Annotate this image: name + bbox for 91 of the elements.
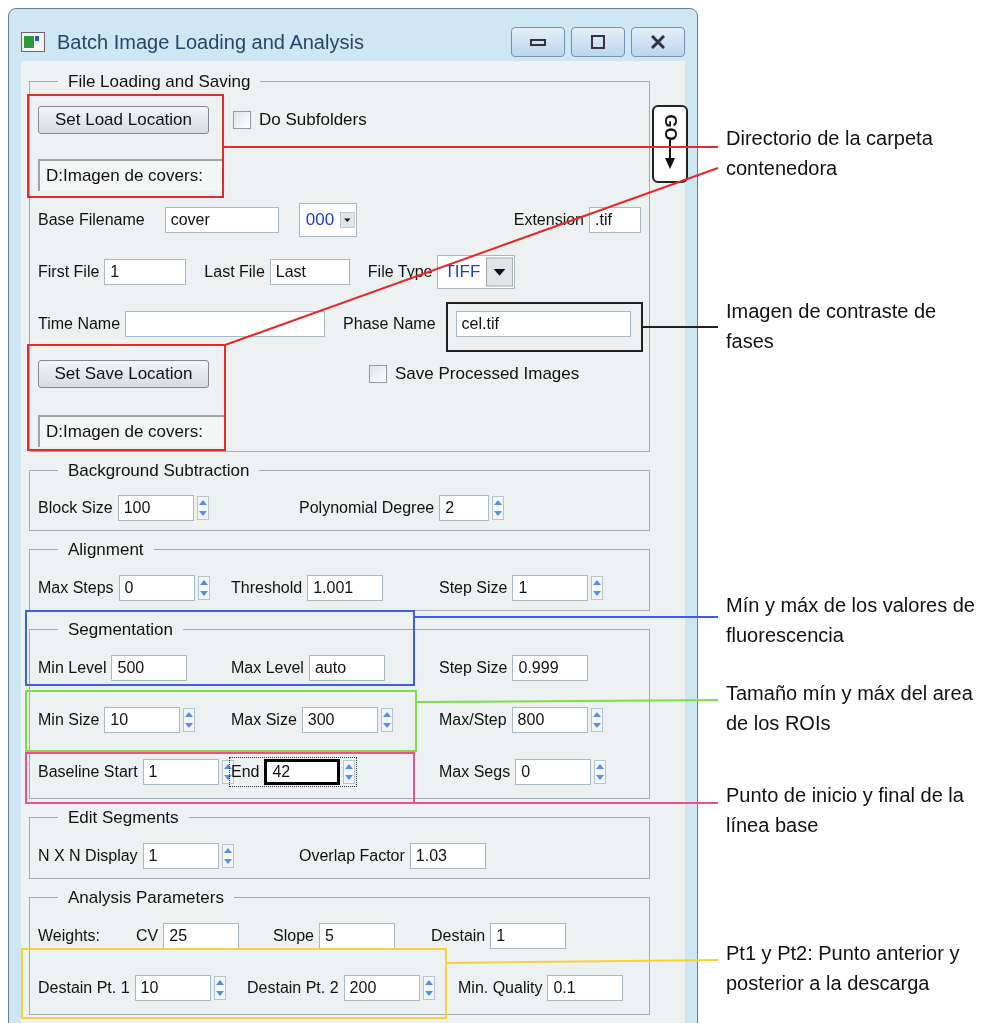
field-label: Max Level: [231, 658, 304, 678]
field-label: Weights:: [38, 926, 101, 946]
field-label: Extension: [513, 209, 584, 230]
dropdown[interactable]: 000: [298, 202, 357, 237]
input-field[interactable]: 800: [511, 707, 588, 733]
field-label: Max Steps: [38, 577, 114, 598]
field-label: Min. Quality: [458, 978, 543, 998]
group-title: Edit Segments: [67, 807, 180, 829]
input-field[interactable]: 5: [318, 923, 395, 949]
input-field[interactable]: 1: [512, 574, 589, 601]
input-field[interactable]: cel.tif: [455, 310, 631, 337]
field-label: N X N Display: [38, 845, 138, 866]
field-label: First File: [38, 261, 100, 282]
input-field[interactable]: 10: [104, 707, 181, 733]
input-field[interactable]: 2: [439, 495, 490, 521]
field-label: Slope: [273, 926, 314, 946]
dropdown[interactable]: TIFF: [437, 254, 516, 289]
field-label: Max/Step: [439, 710, 507, 730]
input-field[interactable]: 1.001: [307, 574, 384, 601]
group-title: Alignment: [67, 539, 145, 561]
input-field[interactable]: 0: [515, 759, 592, 785]
group-title: Background Subtraction: [67, 459, 251, 482]
checkbox-label: Do Subfolders: [259, 108, 367, 131]
input-field[interactable]: 1: [490, 923, 567, 949]
annotation-text: Directorio de la carpeta contenedora: [726, 126, 934, 181]
field-label: Step Size: [439, 658, 508, 678]
annotation-text: Imagen de contraste de fases: [726, 299, 938, 354]
input-field[interactable]: 1: [142, 759, 219, 785]
minimize-icon: [530, 38, 546, 46]
caret-icon: [486, 256, 514, 287]
field-label: Time Name: [38, 313, 121, 334]
group-title: File Loading and Saving: [67, 71, 252, 93]
path-display: D:Imagen de covers:: [38, 414, 224, 447]
input-field[interactable]: cover: [164, 206, 279, 233]
field-label: End: [231, 762, 260, 782]
input-field[interactable]: 0.1: [547, 975, 624, 1001]
spinner-icon[interactable]: [221, 760, 234, 784]
field-label: Destain: [431, 926, 486, 946]
input-field[interactable]: 1: [104, 258, 187, 285]
arrow-down-icon: [664, 140, 676, 170]
field-label: Phase Name: [343, 313, 436, 334]
field-label: Threshold: [231, 577, 303, 598]
field-label: Min Level: [38, 658, 107, 678]
input-field[interactable]: 0.999: [512, 655, 589, 681]
input-field[interactable]: 200: [343, 975, 420, 1001]
annotation-text: Punto de inicio y final de la línea base: [726, 783, 965, 838]
field-label: Base Filename: [38, 209, 145, 230]
annotation-text: Pt1 y Pt2: Punto anterior y posterior a la descarga: [726, 941, 961, 996]
close-button[interactable]: [631, 27, 685, 57]
input-field[interactable]: .tif: [589, 206, 641, 233]
checkbox-label: Save Processed Images: [395, 362, 580, 385]
set-location-button[interactable]: Set Load Location: [38, 105, 209, 134]
group-title: Segmentation: [67, 618, 174, 641]
field-label: Polynomial Degree: [299, 498, 435, 518]
minimize-button[interactable]: [511, 27, 565, 57]
input-field[interactable]: 25: [163, 923, 240, 949]
annotation-text: Mín y máx de los valores de fluorescencia: [726, 593, 976, 648]
input-field[interactable]: auto: [308, 655, 385, 681]
input-field[interactable]: [125, 310, 326, 337]
field-label: CV: [136, 926, 159, 946]
field-label: Min Size: [38, 710, 100, 730]
go-button[interactable]: GO: [652, 105, 688, 183]
field-label: Step Size: [439, 577, 508, 598]
input-field[interactable]: 0: [118, 574, 195, 601]
input-field[interactable]: 10: [134, 975, 211, 1001]
close-icon: [651, 35, 665, 49]
input-field[interactable]: 1: [142, 842, 219, 869]
field-label: Baseline Start: [38, 762, 138, 782]
maximize-button[interactable]: [571, 27, 625, 57]
input-field[interactable]: 1.03: [409, 842, 486, 869]
field-label: Last File: [204, 261, 265, 282]
input-field[interactable]: Last: [269, 258, 350, 285]
window-title: Batch Image Loading and Analysis: [57, 30, 364, 55]
checkbox[interactable]: [369, 364, 387, 383]
field-label: Block Size: [38, 498, 113, 518]
path-display: D:Imagen de covers:: [38, 158, 224, 191]
field-label: Overlap Factor: [299, 845, 405, 866]
input-field[interactable]: 42: [264, 759, 341, 785]
field-label: Destain Pt. 2: [247, 978, 339, 998]
field-label: Max Segs: [439, 762, 511, 782]
input-field[interactable]: 300: [301, 707, 378, 733]
annotation-text: Tamaño mín y máx del area de los ROIs: [726, 681, 974, 736]
group-title: Analysis Parameters: [67, 886, 225, 909]
maximize-icon: [591, 35, 605, 49]
checkbox[interactable]: [233, 110, 251, 129]
field-label: Destain Pt. 1: [38, 978, 130, 998]
app-icon: [21, 32, 45, 52]
set-location-button[interactable]: Set Save Location: [38, 359, 209, 388]
input-field[interactable]: 500: [111, 655, 188, 681]
input-field[interactable]: 100: [117, 495, 194, 521]
field-label: Max Size: [231, 710, 297, 730]
